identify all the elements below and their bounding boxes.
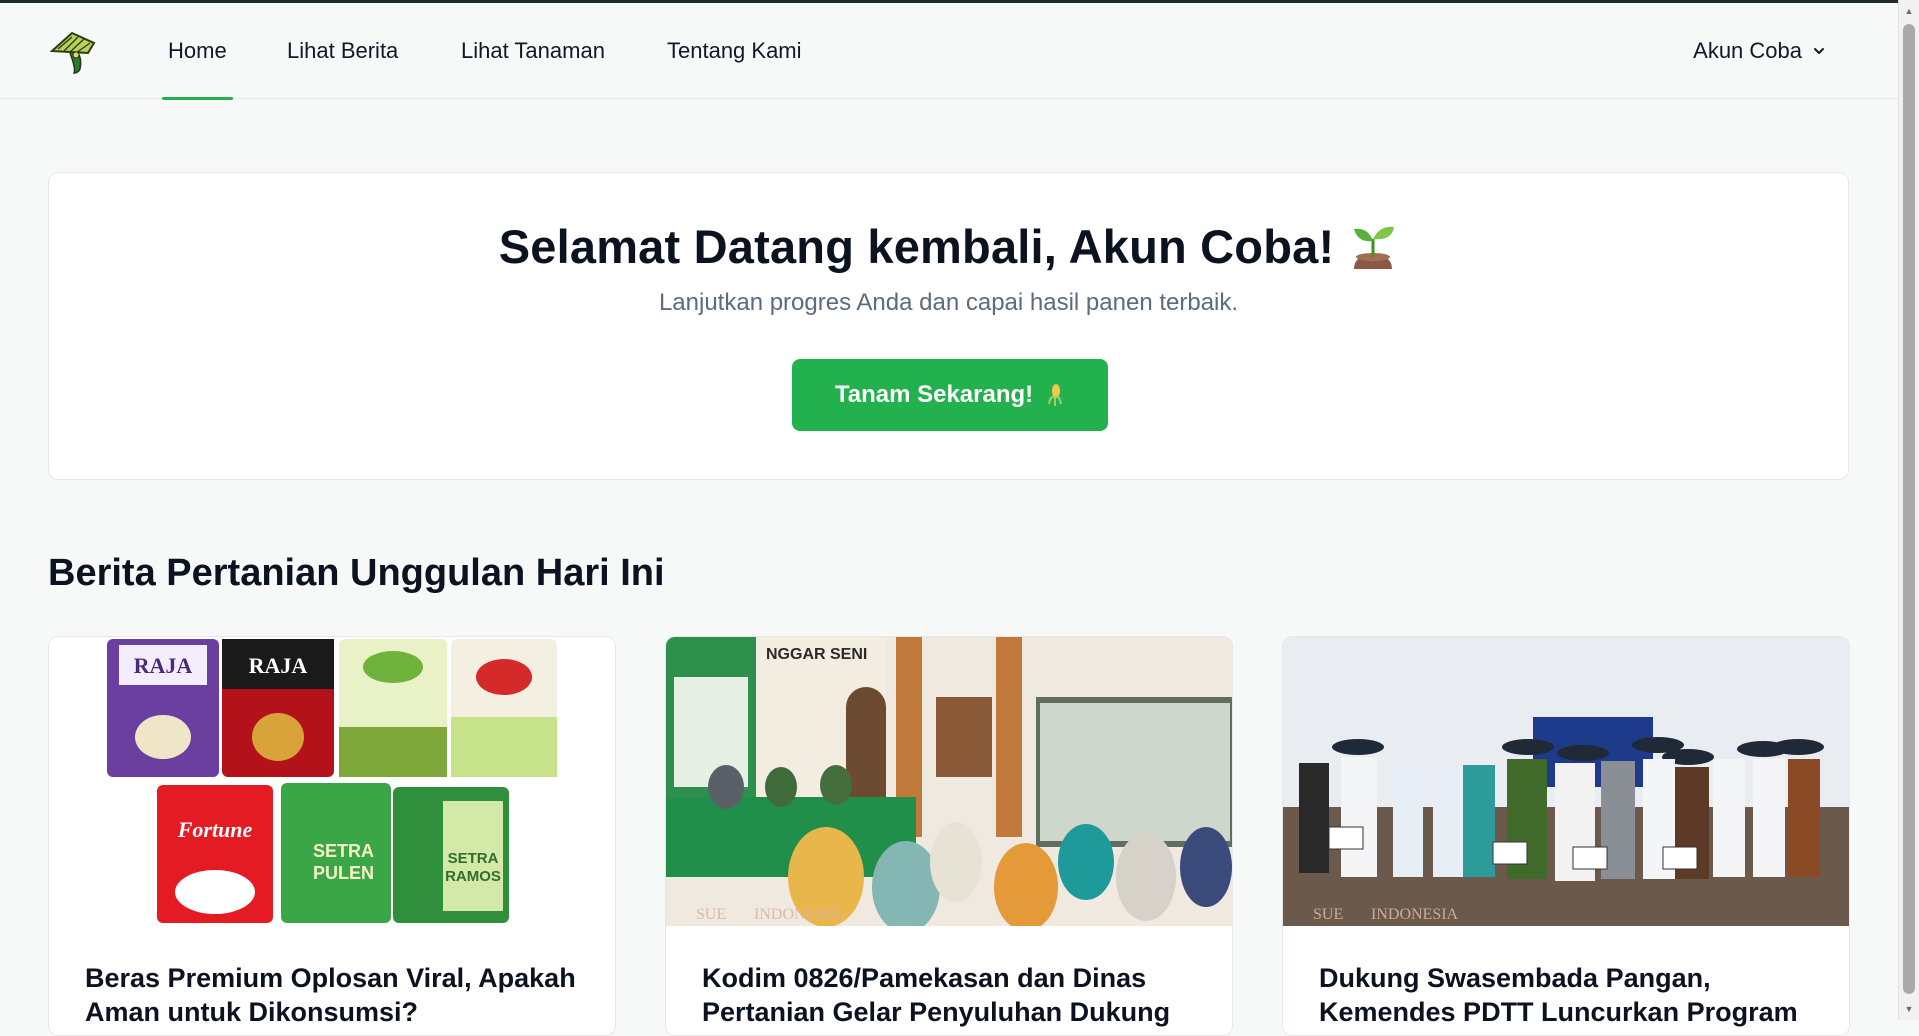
svg-text:PULEN: PULEN [313,863,374,883]
sprout-icon [1354,226,1395,269]
svg-text:INDONESIA: INDONESIA [1371,906,1459,923]
scroll-down-arrow-icon[interactable]: ▼ [1899,1000,1919,1018]
plant-now-button[interactable]: Tanam Sekarang! [792,359,1108,431]
news-card[interactable]: SUE INDONESIA Dukung Swasembada Pangan, … [1282,636,1850,1036]
meeting-hall-image: NGGAR SENI SUE INDONESIA [666,637,1232,926]
welcome-title-text: Selamat Datang kembali, Akun Coba! [498,220,1335,273]
welcome-subtitle: Lanjutkan progres Anda dan capai hasil p… [658,289,1239,316]
scrollbar-thumb[interactable] [1903,24,1915,994]
news-card-title[interactable]: Beras Premium Oplosan Viral, Apakah Aman… [85,961,585,1029]
welcome-heading: Selamat Datang kembali, Akun Coba! [49,219,1848,274]
news-card[interactable]: NGGAR SENI SUE INDONESIA Kodim 0826/Pame… [665,636,1233,1036]
svg-text:RAJA: RAJA [249,653,308,678]
svg-text:Fortune: Fortune [177,817,253,842]
news-card[interactable]: RAJA RAJA Fortune SETRA PULEN SETRA RAMO… [48,636,616,1036]
svg-text:RAMOS: RAMOS [445,868,501,885]
svg-text:NGGAR SENI: NGGAR SENI [766,646,867,663]
welcome-card: Selamat Datang kembali, Akun Coba! Lanju… [48,172,1849,480]
farmer-hat-logo-icon[interactable] [48,29,102,77]
nav-tentang-kami[interactable]: Tentang Kami [667,3,802,99]
svg-text:SETRA: SETRA [448,850,499,867]
corn-icon [1048,384,1063,406]
account-name: Akun Coba [1693,38,1802,63]
nav-lihat-berita[interactable]: Lihat Berita [287,3,398,99]
svg-text:INDONESIA: INDONESIA [754,906,842,923]
svg-text:RAJA: RAJA [134,653,193,678]
field-ceremony-image: SUE INDONESIA [1283,637,1849,926]
nav-home[interactable]: Home [162,3,233,100]
chevron-down-icon [1814,48,1824,54]
svg-text:SETRA: SETRA [313,841,374,861]
news-card-title[interactable]: Kodim 0826/Pamekasan dan Dinas Pertanian… [702,961,1202,1029]
nav-lihat-tanaman[interactable]: Lihat Tanaman [461,3,605,99]
news-card-title[interactable]: Dukung Swasembada Pangan, Kemendes PDTT … [1319,961,1819,1029]
page-scrollbar[interactable]: ▲ ▼ [1898,0,1919,1020]
news-section-title: Berita Pertanian Unggulan Hari Ini [48,552,665,594]
scroll-up-arrow-icon[interactable]: ▲ [1899,2,1919,20]
svg-text:SUE: SUE [1313,906,1343,923]
svg-text:SUE: SUE [696,906,726,923]
rice-bags-image: RAJA RAJA Fortune SETRA PULEN SETRA RAMO… [49,637,615,926]
plant-now-label: Tanam Sekarang! [834,381,1034,408]
account-menu[interactable]: Akun Coba [1693,3,1826,99]
top-navbar: Home Lihat Berita Lihat Tanaman Tentang … [0,3,1898,100]
